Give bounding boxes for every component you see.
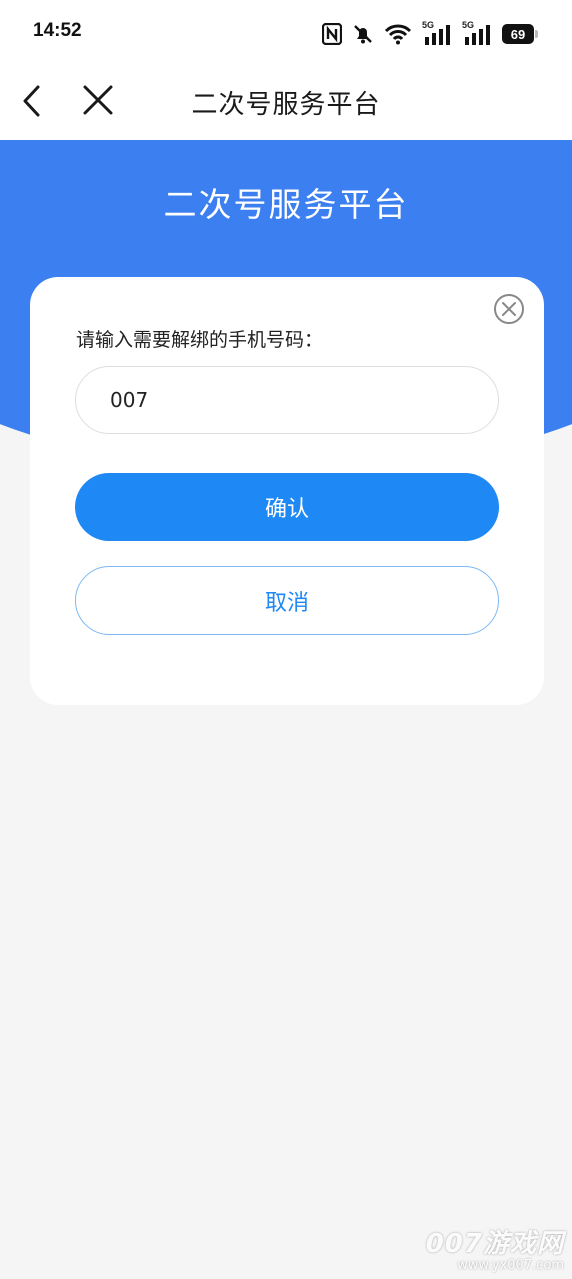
wifi-icon bbox=[384, 23, 412, 45]
hero-title: 二次号服务平台 bbox=[163, 185, 409, 224]
unbind-dialog: 请输入需要解绑的手机号码： 确认 取消 bbox=[30, 277, 544, 705]
nav-title: 二次号服务平台 bbox=[191, 90, 381, 120]
cancel-button[interactable]: 取消 bbox=[75, 566, 499, 635]
status-icons: 5G 5G 69 bbox=[322, 20, 538, 48]
nfc-icon bbox=[322, 23, 342, 45]
mute-bell-icon bbox=[352, 23, 374, 45]
phone-prompt-label: 请输入需要解绑的手机号码： bbox=[76, 329, 324, 351]
phone-number-input[interactable] bbox=[75, 366, 499, 434]
watermark: 007游戏网 www.yx007.com bbox=[426, 1223, 564, 1273]
confirm-button[interactable]: 确认 bbox=[75, 473, 499, 541]
signal-5g-icon: 5G bbox=[422, 20, 452, 46]
watermark-url: www.yx007.com bbox=[457, 1258, 564, 1273]
nav-bar: 二次号服务平台 bbox=[0, 64, 572, 140]
status-time: 14:52 bbox=[33, 20, 82, 41]
watermark-brand: 007游戏网 bbox=[425, 1229, 564, 1259]
battery-icon: 69 bbox=[502, 24, 538, 44]
circle-close-icon bbox=[494, 294, 524, 324]
battery-tip bbox=[535, 30, 538, 38]
dialog-close-button[interactable] bbox=[493, 293, 525, 325]
status-bar: 14:52 5G 5G 69 bbox=[0, 0, 572, 64]
signal-5g-icon-2: 5G bbox=[462, 20, 492, 46]
battery-level: 69 bbox=[502, 24, 534, 44]
